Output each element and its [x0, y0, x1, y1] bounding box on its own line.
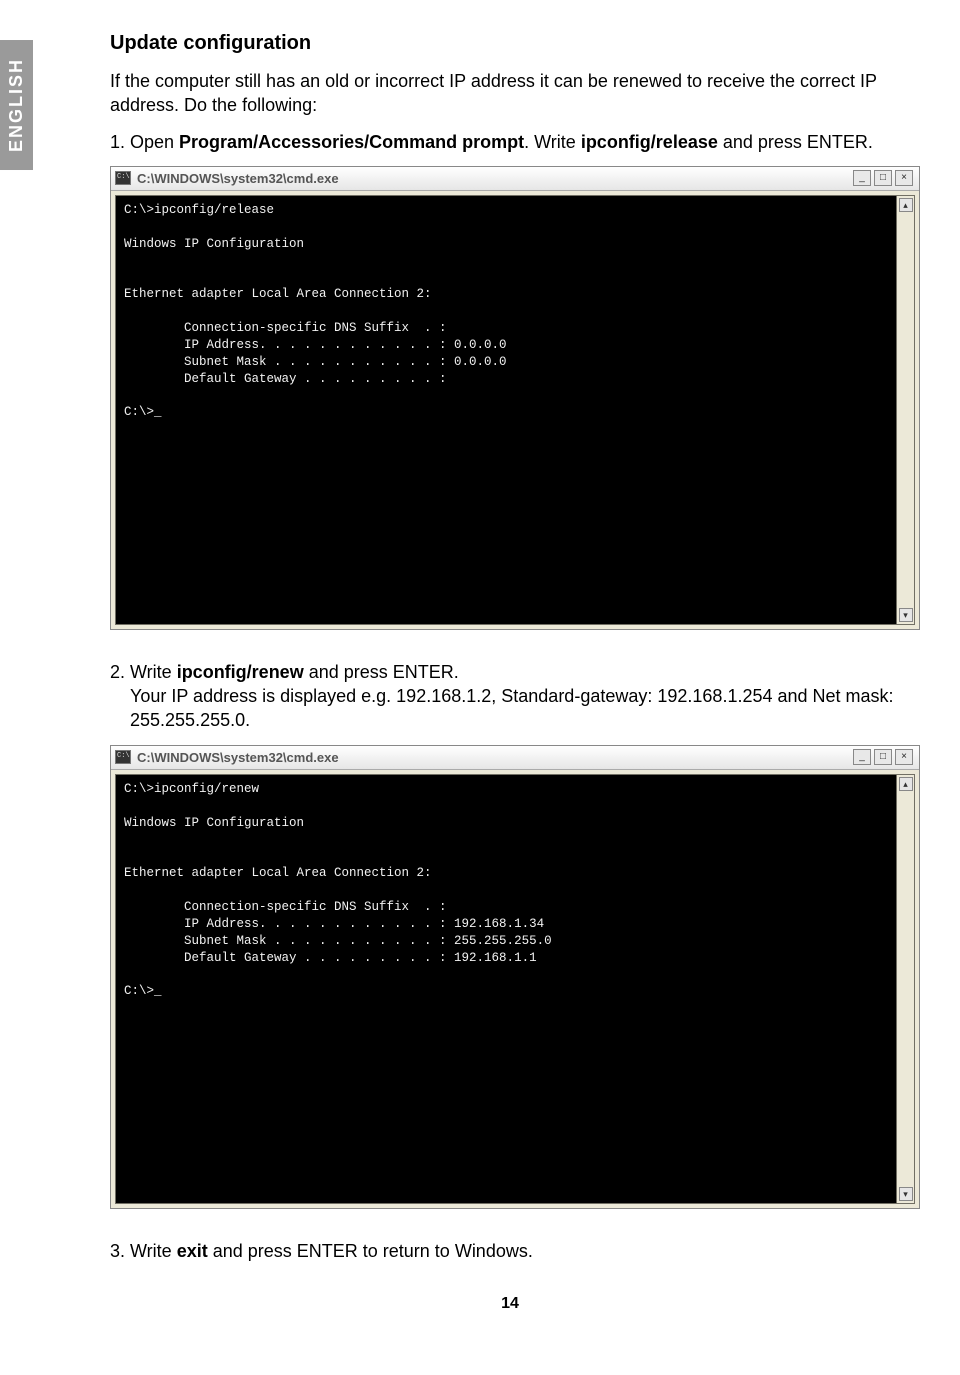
- step2-mask: 255.255.255.0.: [130, 710, 250, 730]
- maximize-button[interactable]: □: [874, 749, 892, 765]
- step1-bold-1: Program/Accessories/Command prompt: [179, 132, 524, 152]
- page-content: Update configuration If the computer sti…: [110, 30, 910, 1315]
- step1-bold-2: ipconfig/release: [581, 132, 718, 152]
- step1-pre-text: 1. Open: [110, 132, 179, 152]
- step2-line2c: and Net mask:: [773, 686, 894, 706]
- scrollbar[interactable]: ▴ ▾: [897, 195, 915, 625]
- cmd-titlebar: C:\WINDOWS\system32\cmd.exe _ □ ×: [111, 746, 919, 770]
- maximize-button[interactable]: □: [874, 170, 892, 186]
- step2-post-text: and press ENTER.: [304, 662, 459, 682]
- scrollbar[interactable]: ▴ ▾: [897, 774, 915, 1204]
- cmd-icon: [115, 750, 131, 764]
- scroll-down-icon[interactable]: ▾: [899, 1187, 913, 1201]
- close-button[interactable]: ×: [895, 170, 913, 186]
- scroll-down-icon[interactable]: ▾: [899, 608, 913, 622]
- step3-pre-text: 3. Write: [110, 1241, 177, 1261]
- step2-bold: ipconfig/renew: [177, 662, 304, 682]
- cmd-output-release: C:\>ipconfig/release Windows IP Configur…: [115, 195, 897, 625]
- minimize-button[interactable]: _: [853, 749, 871, 765]
- step1-post-text: and press ENTER.: [718, 132, 873, 152]
- close-button[interactable]: ×: [895, 749, 913, 765]
- window-buttons: _ □ ×: [853, 749, 913, 765]
- step2-ip: 192.168.1.2: [396, 686, 491, 706]
- minimize-button[interactable]: _: [853, 170, 871, 186]
- cmd-window-release: C:\WINDOWS\system32\cmd.exe _ □ × C:\>ip…: [110, 166, 920, 630]
- cmd-titlebar: C:\WINDOWS\system32\cmd.exe _ □ ×: [111, 167, 919, 191]
- page-title: Update configuration: [110, 30, 910, 57]
- step3-post-text: and press ENTER to return to Windows.: [208, 1241, 533, 1261]
- step3-bold: exit: [177, 1241, 208, 1261]
- scroll-up-icon[interactable]: ▴: [899, 198, 913, 212]
- cmd-title-text: C:\WINDOWS\system32\cmd.exe: [137, 170, 853, 188]
- step-3: 3. Write exit and press ENTER to return …: [130, 1239, 910, 1263]
- cmd-window-renew: C:\WINDOWS\system32\cmd.exe _ □ × C:\>ip…: [110, 745, 920, 1209]
- language-tab: ENGLISH: [0, 40, 33, 170]
- page-number: 14: [110, 1293, 910, 1315]
- step2-line2a: Your IP address is displayed e.g.: [130, 686, 396, 706]
- cmd-icon: [115, 171, 131, 185]
- cmd-output-renew: C:\>ipconfig/renew Windows IP Configurat…: [115, 774, 897, 1204]
- step2-gw: 192.168.1.254: [657, 686, 772, 706]
- intro-paragraph: If the computer still has an old or inco…: [110, 69, 910, 118]
- step2-pre-text: 2. Write: [110, 662, 177, 682]
- cmd-title-text: C:\WINDOWS\system32\cmd.exe: [137, 749, 853, 767]
- step2-line2b: , Standard-gateway:: [491, 686, 657, 706]
- window-buttons: _ □ ×: [853, 170, 913, 186]
- scroll-up-icon[interactable]: ▴: [899, 777, 913, 791]
- step-2: 2. Write ipconfig/renew and press ENTER.…: [130, 660, 910, 733]
- step1-mid-text: . Write: [524, 132, 581, 152]
- step-1: 1. Open Program/Accessories/Command prom…: [130, 130, 910, 154]
